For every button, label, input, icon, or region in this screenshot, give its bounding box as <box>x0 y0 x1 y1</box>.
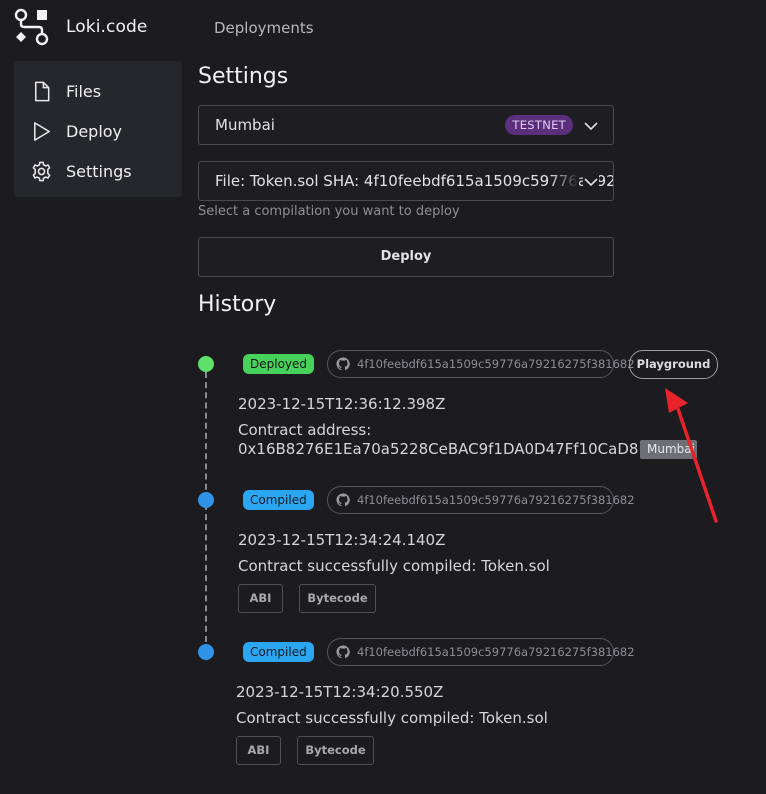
sha-text: 4f10feebdf615a1509c59776a79216275f381682 <box>357 493 635 507</box>
status-dot <box>198 356 214 372</box>
timestamp: 2023-12-15T12:34:20.550Z <box>236 683 444 701</box>
history-title: History <box>198 292 277 317</box>
chevron-down-icon <box>583 118 599 134</box>
settings-title: Settings <box>198 64 289 89</box>
sidebar-item-files[interactable]: Files <box>14 71 182 111</box>
network-value: Mumbai <box>215 116 275 134</box>
status-dot <box>198 644 214 660</box>
sidebar-item-label: Files <box>66 81 102 101</box>
status-dot <box>198 492 214 508</box>
abi-button[interactable]: ABI <box>238 584 283 613</box>
sha-link[interactable]: 4f10feebdf615a1509c59776a79216275f381682 <box>327 638 635 666</box>
sidebar-item-label: Settings <box>66 161 132 181</box>
abi-button[interactable]: ABI <box>236 736 281 765</box>
timestamp: 2023-12-15T12:34:24.140Z <box>238 531 446 549</box>
contract-address[interactable]: 0x16B8276E1Ea70a5228CeBAC9f1DA0D47Ff10Ca… <box>238 440 638 459</box>
sha-link[interactable]: 4f10feebdf615a1509c59776a79216275f381682 <box>327 350 635 378</box>
github-icon <box>336 493 350 507</box>
testnet-badge: TESTNET <box>505 115 573 135</box>
status-badge: Compiled <box>243 642 314 662</box>
status-badge: Compiled <box>243 490 314 510</box>
sha-link[interactable]: 4f10feebdf615a1509c59776a79216275f381682 <box>327 486 635 514</box>
logo-icon <box>14 8 49 46</box>
compilation-hint: Select a compilation you want to deploy <box>198 204 460 219</box>
sidebar-item-settings[interactable]: Settings <box>14 151 182 191</box>
compilation-select[interactable]: File: Token.sol SHA: 4f10feebdf615a1509c… <box>198 161 614 201</box>
network-select[interactable]: Mumbai TESTNET <box>198 105 614 145</box>
bytecode-button[interactable]: Bytecode <box>297 736 374 765</box>
tab-deployments[interactable]: Deployments <box>214 19 314 37</box>
deploy-button[interactable]: Deploy <box>198 237 614 277</box>
compile-message: Contract successfully compiled: Token.so… <box>236 709 548 727</box>
chevron-down-icon <box>583 174 599 190</box>
playground-button[interactable]: Playground <box>629 350 718 379</box>
compile-message: Contract successfully compiled: Token.so… <box>238 557 550 575</box>
github-icon <box>336 357 350 371</box>
play-icon <box>34 121 50 141</box>
status-badge: Deployed <box>243 354 315 374</box>
sha-text: 4f10feebdf615a1509c59776a79216275f381682 <box>357 645 635 659</box>
brand: Loki.code <box>14 8 147 46</box>
contract-address-label: Contract address: <box>238 421 372 439</box>
github-icon <box>336 645 350 659</box>
timestamp: 2023-12-15T12:36:12.398Z <box>238 395 446 413</box>
sidebar: Files Deploy Settings <box>14 61 182 197</box>
bytecode-button[interactable]: Bytecode <box>299 584 376 613</box>
sidebar-item-label: Deploy <box>66 121 123 141</box>
app-name: Loki.code <box>66 17 148 37</box>
sidebar-item-deploy[interactable]: Deploy <box>14 111 182 151</box>
sha-text: 4f10feebdf615a1509c59776a79216275f381682 <box>357 357 635 371</box>
annotation-arrow-icon <box>665 388 718 523</box>
text-fade <box>549 162 579 200</box>
file-icon <box>34 81 50 101</box>
gear-icon <box>32 161 51 181</box>
